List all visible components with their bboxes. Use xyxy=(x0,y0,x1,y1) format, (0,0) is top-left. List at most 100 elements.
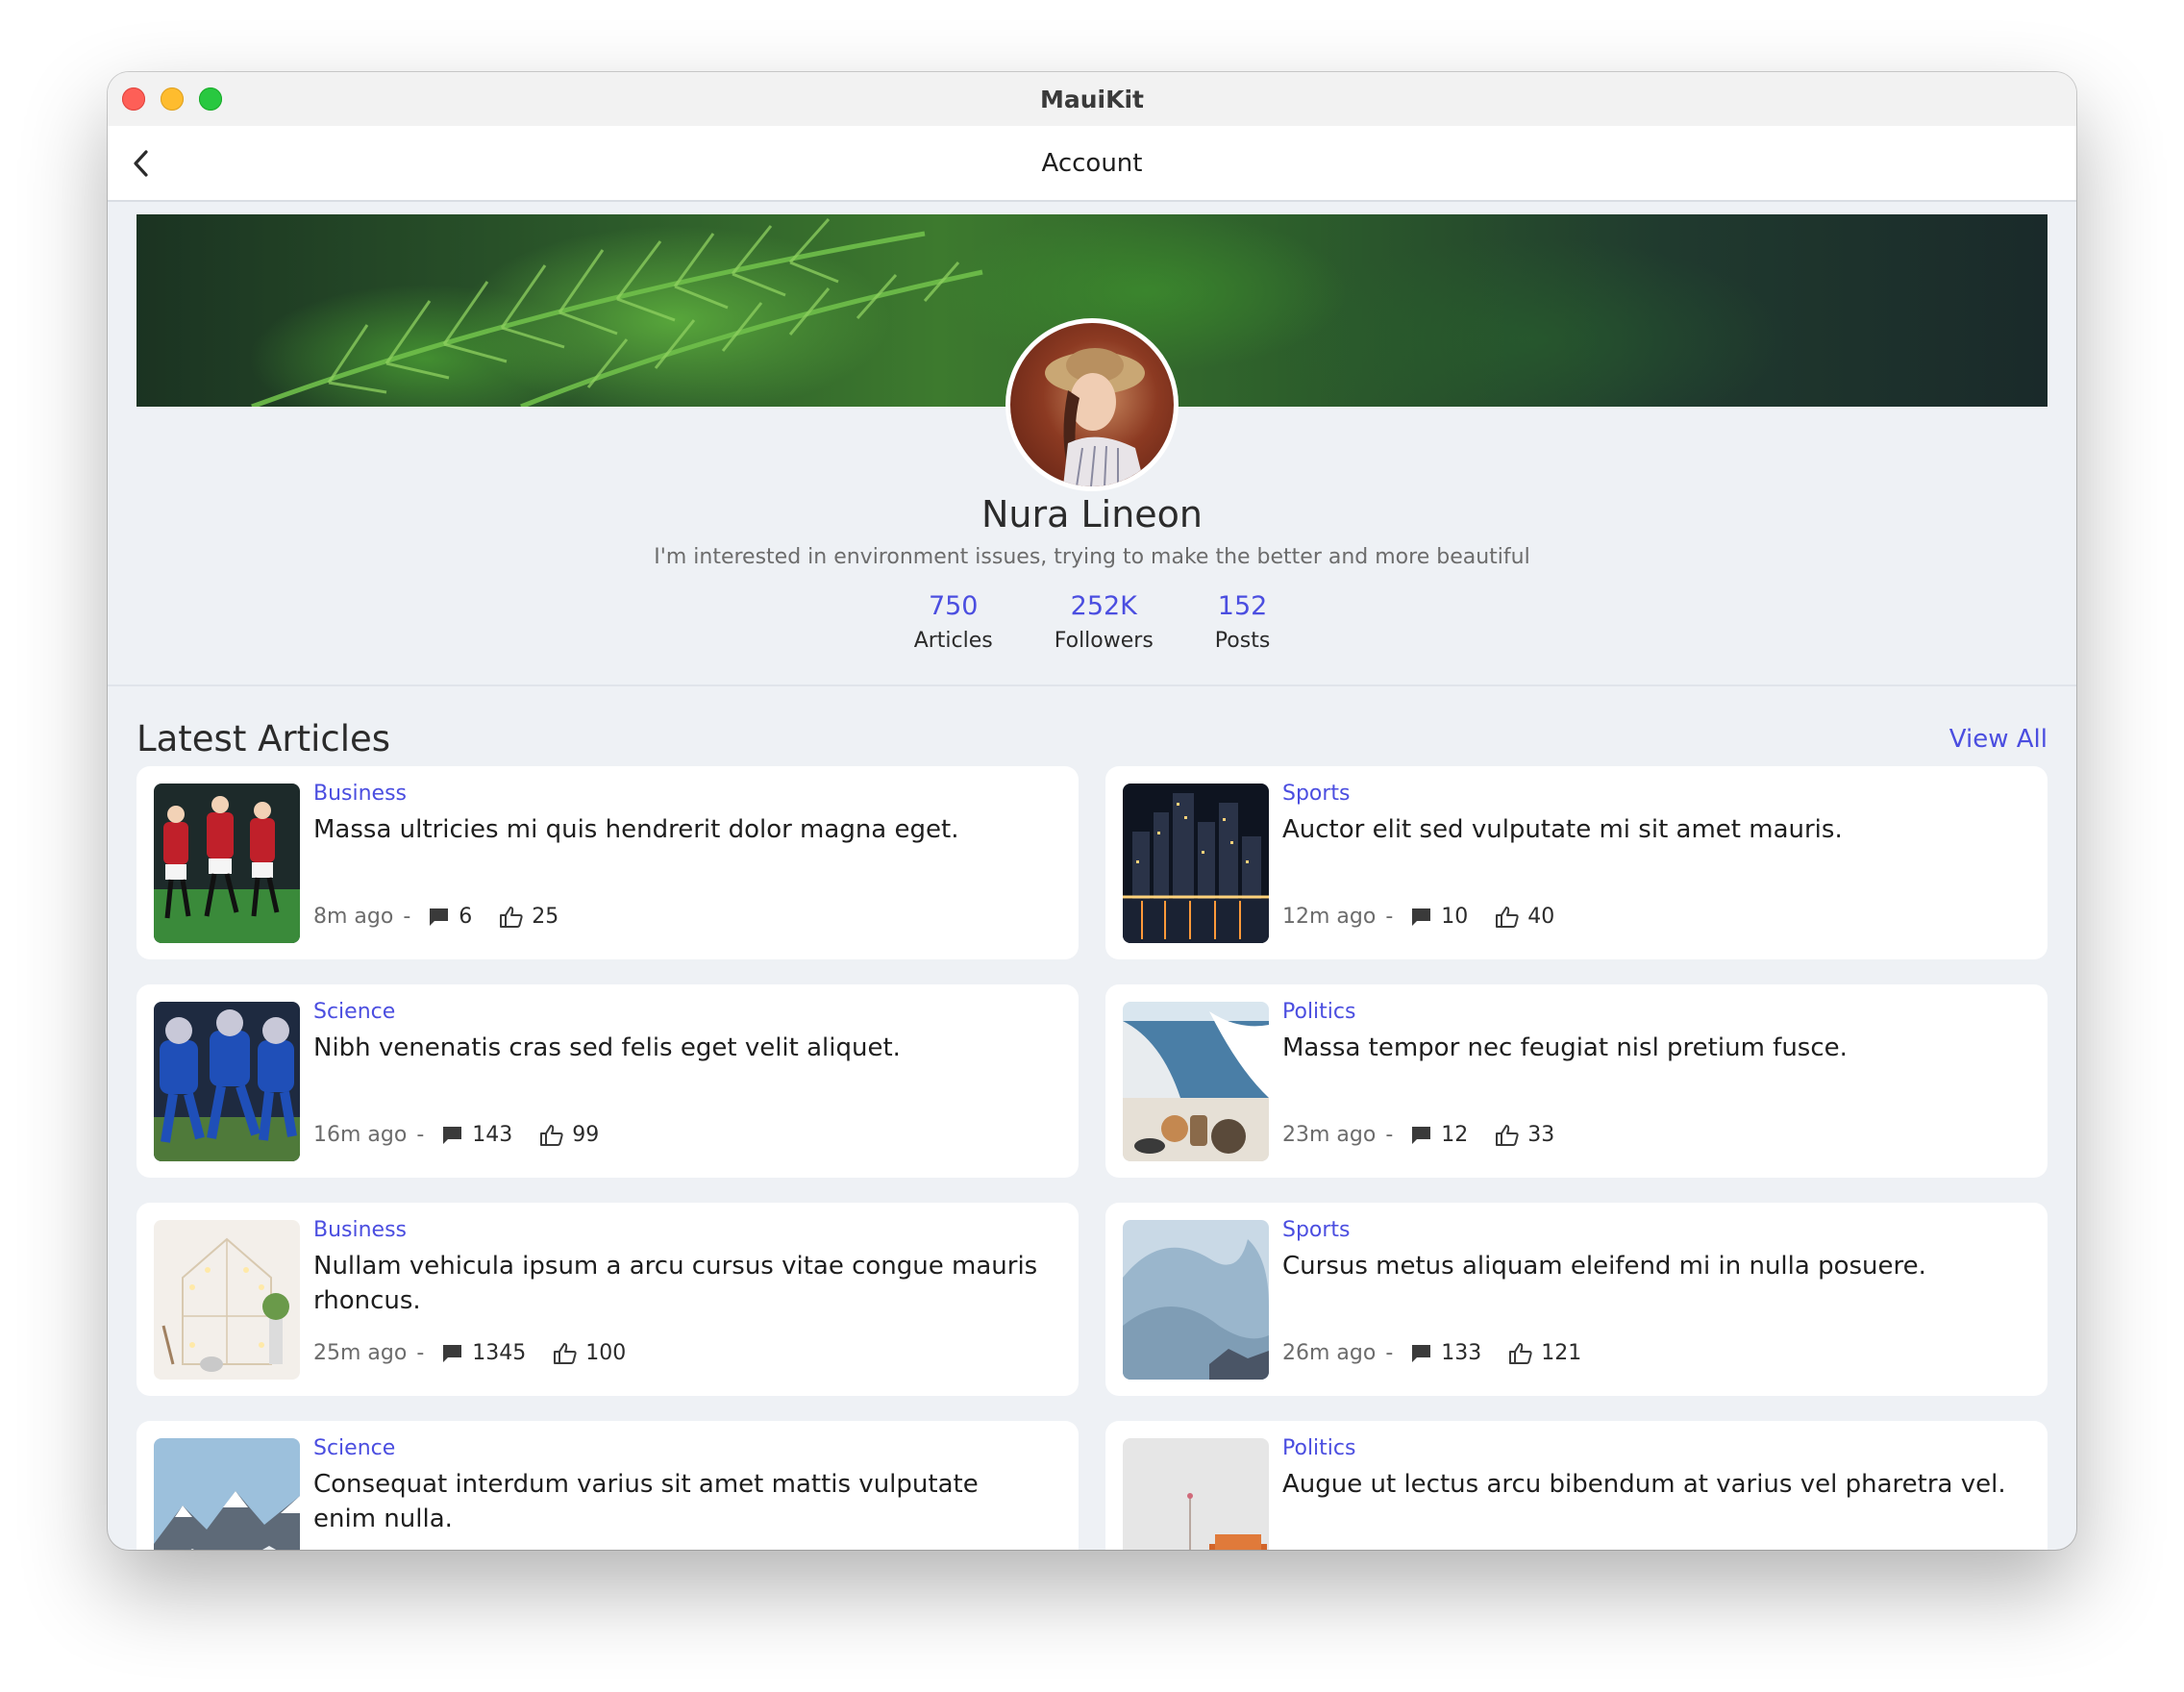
article-meta: 8m ago - 6 25 xyxy=(313,905,585,929)
article-title: Cursus metus aliquam eleifend mi in null… xyxy=(1282,1252,1926,1281)
thumbs-up-icon xyxy=(1495,1124,1520,1147)
article-meta: 12m ago - 10 40 xyxy=(1282,905,1581,929)
article-comments-count: 1345 xyxy=(472,1341,527,1365)
article-title: Consequat interdum varius sit amet matti… xyxy=(313,1470,979,1533)
article-card-1[interactable]: Business Massa ultricies mi quis hendrer… xyxy=(136,766,1079,959)
stat-value: 750 xyxy=(928,591,979,621)
article-thumbnail-coast xyxy=(1123,1002,1269,1161)
meta-separator: - xyxy=(1385,905,1394,929)
meta-separator: - xyxy=(416,1341,425,1365)
article-meta: 26m ago - 133 121 xyxy=(1282,1341,1608,1365)
nav-bar: Account xyxy=(108,126,2076,202)
article-title: Massa tempor nec feugiat nisl pretium fu… xyxy=(1282,1033,1848,1062)
comment-icon xyxy=(428,907,451,928)
thumbs-up-icon xyxy=(1508,1342,1533,1365)
comment-icon xyxy=(441,1125,464,1146)
article-category[interactable]: Politics xyxy=(1282,1436,1355,1460)
profile-avatar[interactable] xyxy=(1005,318,1179,491)
article-category[interactable]: Business xyxy=(313,782,407,806)
stat-value: 252K xyxy=(1070,591,1137,621)
article-time: 16m ago xyxy=(313,1123,408,1147)
stat-posts[interactable]: 152 Posts xyxy=(1215,591,1271,653)
article-comments-count: 143 xyxy=(472,1123,513,1147)
profile-bio: I'm interested in environment issues, tr… xyxy=(654,545,1530,569)
article-comments-count: 6 xyxy=(459,905,473,929)
app-window: MauiKit Account Nura Lineon I'm interest… xyxy=(108,72,2076,1550)
thumbs-up-icon xyxy=(499,906,524,929)
article-card-3[interactable]: Science Nibh venenatis cras sed felis eg… xyxy=(136,984,1079,1178)
article-title: Auctor elit sed vulputate mi sit amet ma… xyxy=(1282,815,1843,844)
article-meta: 23m ago - 12 33 xyxy=(1282,1123,1581,1147)
article-time: 8m ago xyxy=(313,905,394,929)
article-title: Augue ut lectus arcu bibendum at varius … xyxy=(1282,1470,2006,1499)
article-time: 23m ago xyxy=(1282,1123,1377,1147)
meta-separator: - xyxy=(416,1123,425,1147)
article-time: 12m ago xyxy=(1282,905,1377,929)
stat-label: Posts xyxy=(1214,629,1271,653)
article-likes-count: 40 xyxy=(1527,905,1555,929)
article-card-6[interactable]: Sports Cursus metus aliquam eleifend mi … xyxy=(1105,1203,2048,1396)
view-all-link[interactable]: View All xyxy=(1949,725,2048,754)
meta-separator: - xyxy=(403,905,411,929)
profile-stats: 750 Articles 252K Followers 152 Posts xyxy=(108,591,2076,653)
article-likes-count: 25 xyxy=(532,905,559,929)
article-card-2[interactable]: Sports Auctor elit sed vulputate mi sit … xyxy=(1105,766,2048,959)
stat-value: 152 xyxy=(1217,591,1268,621)
article-thumbnail-soccer xyxy=(154,784,300,943)
article-likes-count: 33 xyxy=(1527,1123,1555,1147)
close-window-button[interactable] xyxy=(122,87,145,111)
section-divider xyxy=(108,684,2076,686)
thumbs-up-icon xyxy=(1495,906,1520,929)
stat-label: Articles xyxy=(913,629,993,653)
article-category[interactable]: Business xyxy=(313,1218,407,1242)
article-category[interactable]: Science xyxy=(313,1000,395,1024)
article-meta: 25m ago - 1345 100 xyxy=(313,1341,653,1365)
minimize-window-button[interactable] xyxy=(161,87,184,111)
article-card-7[interactable]: Science Consequat interdum varius sit am… xyxy=(136,1421,1079,1550)
article-category[interactable]: Sports xyxy=(1282,782,1351,806)
article-thumbnail-city-night xyxy=(1123,784,1269,943)
maximize-window-button[interactable] xyxy=(199,87,222,111)
article-category[interactable]: Politics xyxy=(1282,1000,1355,1024)
article-meta: 16m ago - 143 99 xyxy=(313,1123,626,1147)
article-comments-count: 133 xyxy=(1441,1341,1482,1365)
article-title: Nibh venenatis cras sed felis eget velit… xyxy=(313,1033,901,1062)
article-card-8[interactable]: Politics Augue ut lectus arcu bibendum a… xyxy=(1105,1421,2048,1550)
page-title: Account xyxy=(1041,148,1143,178)
article-thumbnail-wave xyxy=(1123,1220,1269,1380)
article-comments-count: 10 xyxy=(1441,905,1469,929)
article-likes-count: 121 xyxy=(1541,1341,1582,1365)
article-thumbnail-football xyxy=(154,1002,300,1161)
meta-separator: - xyxy=(1385,1341,1394,1365)
article-likes-count: 100 xyxy=(585,1341,627,1365)
article-thumbnail-mountains xyxy=(154,1438,300,1550)
section-title: Latest Articles xyxy=(136,718,391,759)
article-category[interactable]: Science xyxy=(313,1436,395,1460)
comment-icon xyxy=(441,1343,464,1364)
article-thumbnail-decor xyxy=(154,1220,300,1380)
thumbs-up-icon xyxy=(539,1124,564,1147)
article-card-5[interactable]: Business Nullam vehicula ipsum a arcu cu… xyxy=(136,1203,1079,1396)
stat-articles[interactable]: 750 Articles xyxy=(914,591,993,653)
window-controls xyxy=(122,87,222,111)
window-title: MauiKit xyxy=(1039,85,1144,113)
stat-followers[interactable]: 252K Followers xyxy=(1055,591,1154,653)
meta-separator: - xyxy=(1385,1123,1394,1147)
article-time: 26m ago xyxy=(1282,1341,1377,1365)
comment-icon xyxy=(1410,1125,1433,1146)
avatar-photo xyxy=(1045,348,1145,486)
comment-icon xyxy=(1410,1343,1433,1364)
article-title: Nullam vehicula ipsum a arcu cursus vita… xyxy=(313,1252,1038,1315)
comment-icon xyxy=(1410,907,1433,928)
chevron-left-icon xyxy=(134,150,148,177)
article-title: Massa ultricies mi quis hendrerit dolor … xyxy=(313,815,959,844)
profile-name: Nura Lineon xyxy=(980,493,1204,535)
article-category[interactable]: Sports xyxy=(1282,1218,1351,1242)
back-button[interactable] xyxy=(121,143,161,184)
title-bar: MauiKit xyxy=(108,72,2076,126)
article-card-4[interactable]: Politics Massa tempor nec feugiat nisl p… xyxy=(1105,984,2048,1178)
article-time: 25m ago xyxy=(313,1341,408,1365)
thumbs-up-icon xyxy=(553,1342,578,1365)
stat-label: Followers xyxy=(1054,629,1154,653)
article-likes-count: 99 xyxy=(572,1123,600,1147)
